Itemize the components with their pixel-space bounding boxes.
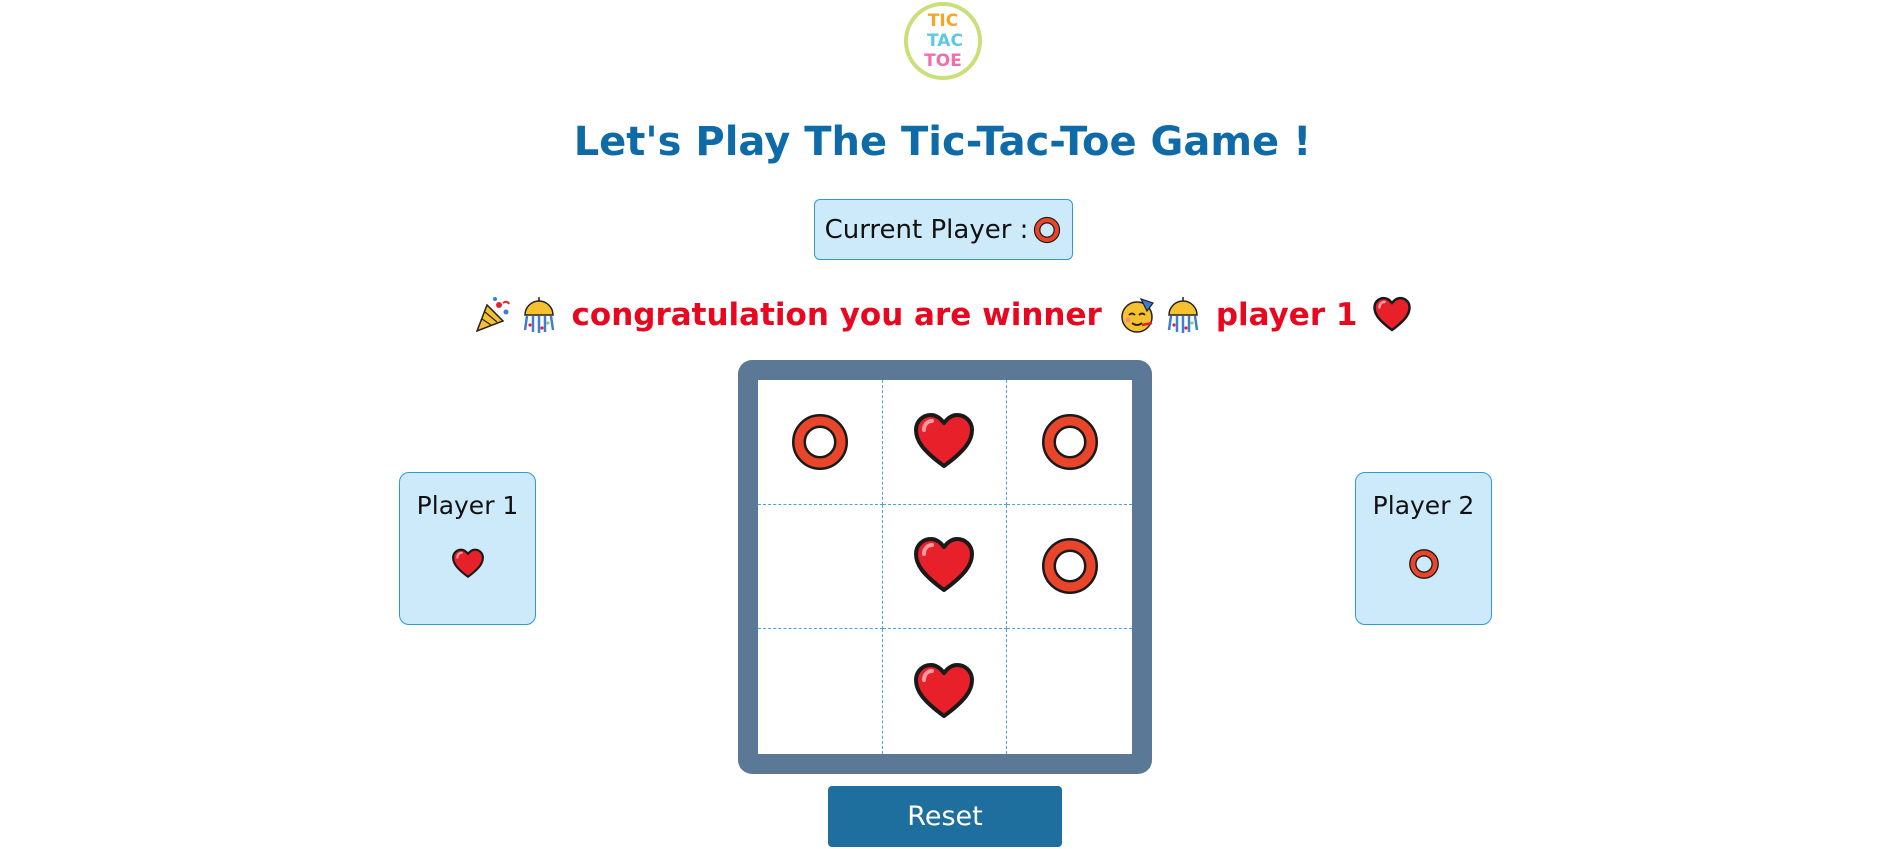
logo-text-line3: TOE [924, 51, 962, 71]
current-player-indicator: Current Player : [814, 199, 1073, 260]
board-cell-9[interactable] [1007, 629, 1132, 754]
ring-icon [1408, 549, 1439, 579]
reset-button[interactable]: Reset [828, 786, 1062, 847]
board-cell-6[interactable] [1007, 505, 1132, 630]
ring-icon [791, 413, 848, 470]
confetti-ball-icon [523, 297, 554, 333]
player-1-card: Player 1 [399, 472, 536, 625]
game-board [758, 380, 1132, 754]
winner-text: congratulation you are winner [571, 297, 1102, 333]
board-cell-3[interactable] [1007, 380, 1132, 505]
player-2-label: Player 2 [1372, 491, 1475, 520]
tic-tac-toe-logo: TIC TAC TOE [904, 2, 982, 80]
winner-message: congratulation you are winner player 1 [0, 290, 1885, 340]
player-1-label: Player 1 [416, 491, 519, 520]
game-page: TIC TAC TOE Let's Play The Tic-Tac-Toe G… [0, 0, 1885, 849]
heart-icon [1373, 296, 1412, 332]
heart-icon [914, 412, 975, 468]
logo-text-line2: TAC [927, 31, 963, 51]
partying-face-icon [1121, 297, 1154, 333]
game-board-frame [738, 360, 1152, 774]
ring-icon [1041, 413, 1098, 470]
winner-player-name: player 1 [1215, 297, 1358, 333]
current-player-label: Current Player : [824, 214, 1029, 245]
board-cell-8[interactable] [883, 629, 1008, 754]
player-2-card: Player 2 [1355, 472, 1492, 625]
heart-icon [914, 662, 975, 718]
logo-text-line1: TIC [928, 11, 958, 31]
heart-icon [914, 537, 975, 593]
confetti-ball-icon [1167, 297, 1199, 333]
ring-icon [1041, 538, 1098, 595]
board-cell-1[interactable] [758, 380, 883, 505]
page-title: Let's Play The Tic-Tac-Toe Game ! [573, 119, 1312, 165]
board-cell-2[interactable] [882, 380, 1008, 505]
board-cell-5[interactable] [882, 504, 1008, 630]
board-cell-4[interactable] [758, 504, 883, 630]
heart-icon [451, 548, 484, 578]
board-cell-7[interactable] [758, 629, 883, 754]
party-popper-icon [475, 297, 510, 333]
ring-icon [1034, 216, 1061, 243]
